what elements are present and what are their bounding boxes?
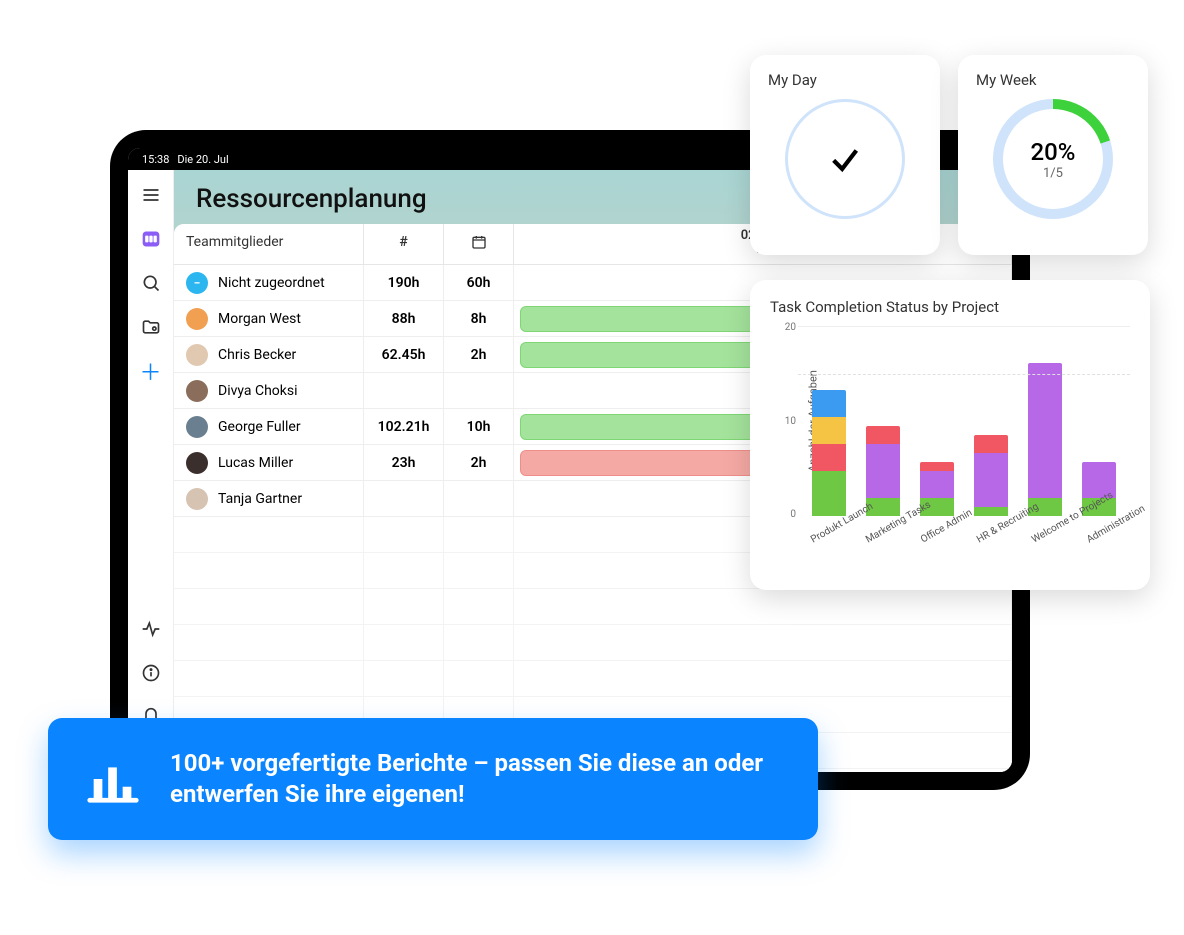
folder-icon[interactable] [140, 316, 162, 338]
header-calendar-icon[interactable] [444, 224, 514, 264]
member-total [364, 373, 444, 408]
member-name: George Fuller [218, 419, 301, 435]
chart-x-axis: Produkt Launch Marketing Tasks Office Admi… [770, 516, 1130, 547]
avatar [186, 416, 208, 438]
member-scheduled [444, 481, 514, 516]
avatar [186, 380, 208, 402]
statusbar-time: 15:38 [142, 153, 169, 166]
chart-title: Task Completion Status by Project [770, 298, 1130, 316]
member-name: Nicht zugeordnet [218, 275, 325, 291]
chart-x-label: HR & Recruiting [975, 519, 1010, 546]
member-scheduled: 10h [444, 409, 514, 444]
chart-x-label: Produkt Launch [809, 519, 844, 546]
chart-plot [798, 326, 1130, 516]
chart-bar [812, 390, 846, 516]
ring-percentage: 20% [1031, 138, 1076, 166]
chart-y-axis: Anzahl der Aufgaben 20 10 0 [770, 326, 798, 516]
info-icon[interactable] [140, 662, 162, 684]
member-scheduled: 2h [444, 445, 514, 480]
chart-bar [974, 435, 1008, 516]
card-my-day: My Day [750, 55, 940, 255]
chart-x-label: Office Admin [919, 519, 954, 546]
header-teammembers[interactable]: Teammitglieder [174, 224, 364, 264]
header-total[interactable]: # [364, 224, 444, 264]
member-name: Morgan West [218, 311, 301, 327]
member-total: 102.21h [364, 409, 444, 444]
member-scheduled: 8h [444, 301, 514, 336]
sidebar: ＋ [128, 170, 174, 772]
promo-banner: 100+ vorgefertigte Berichte – passen Sie… [48, 718, 818, 840]
check-icon [828, 142, 862, 176]
chart-bar [866, 426, 900, 516]
avatar [186, 308, 208, 330]
member-name: Chris Becker [218, 347, 296, 363]
avatar [186, 452, 208, 474]
card-my-week: My Week 20% 1/5 [958, 55, 1148, 255]
member-scheduled [444, 373, 514, 408]
avatar [186, 344, 208, 366]
chart-x-label: Administration [1085, 519, 1120, 546]
statusbar-date: Die 20. Jul [177, 153, 228, 166]
card-completion-chart: Task Completion Status by Project Anzahl… [750, 280, 1150, 590]
member-name: Divya Choksi [218, 383, 298, 399]
y-tick-0: 0 [790, 509, 796, 520]
member-total: 23h [364, 445, 444, 480]
member-scheduled: 2h [444, 337, 514, 372]
card-my-day-title: My Day [768, 71, 922, 89]
app-icon[interactable] [140, 228, 162, 250]
add-icon[interactable]: ＋ [140, 360, 162, 382]
ring-my-day [785, 99, 905, 219]
member-name: Tanja Gartner [218, 491, 302, 507]
ring-my-week: 20% 1/5 [993, 99, 1113, 219]
member-total [364, 481, 444, 516]
card-my-week-title: My Week [976, 71, 1130, 89]
avatar [186, 488, 208, 510]
menu-icon[interactable] [140, 184, 162, 206]
bar-chart-icon [84, 750, 142, 808]
member-total: 88h [364, 301, 444, 336]
member-scheduled: 60h [444, 265, 514, 300]
promo-text: 100+ vorgefertigte Berichte – passen Sie… [170, 748, 782, 810]
member-name: Lucas Miller [218, 455, 293, 471]
search-icon[interactable] [140, 272, 162, 294]
activity-icon[interactable] [140, 618, 162, 640]
ring-fraction: 1/5 [1043, 166, 1063, 181]
chart-x-label: Welcome to Projects [1030, 519, 1065, 546]
chart-x-label: Marketing Tasks [864, 519, 899, 546]
member-total: 62.45h [364, 337, 444, 372]
y-tick-20: 20 [785, 322, 796, 333]
chart-bar [1028, 363, 1062, 516]
y-tick-10: 10 [785, 416, 796, 427]
avatar: − [186, 272, 208, 294]
member-total: 190h [364, 265, 444, 300]
